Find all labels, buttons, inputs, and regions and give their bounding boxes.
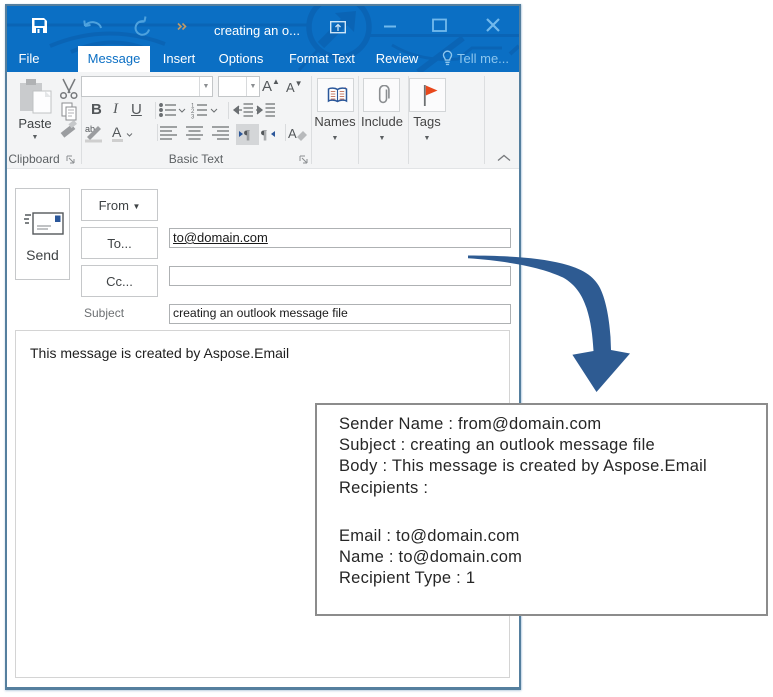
- svg-text:A: A: [288, 126, 297, 141]
- svg-text:¶: ¶: [261, 127, 267, 142]
- svg-text:3: 3: [191, 115, 195, 121]
- svg-text:A: A: [112, 124, 122, 140]
- svg-text:¶: ¶: [244, 127, 250, 142]
